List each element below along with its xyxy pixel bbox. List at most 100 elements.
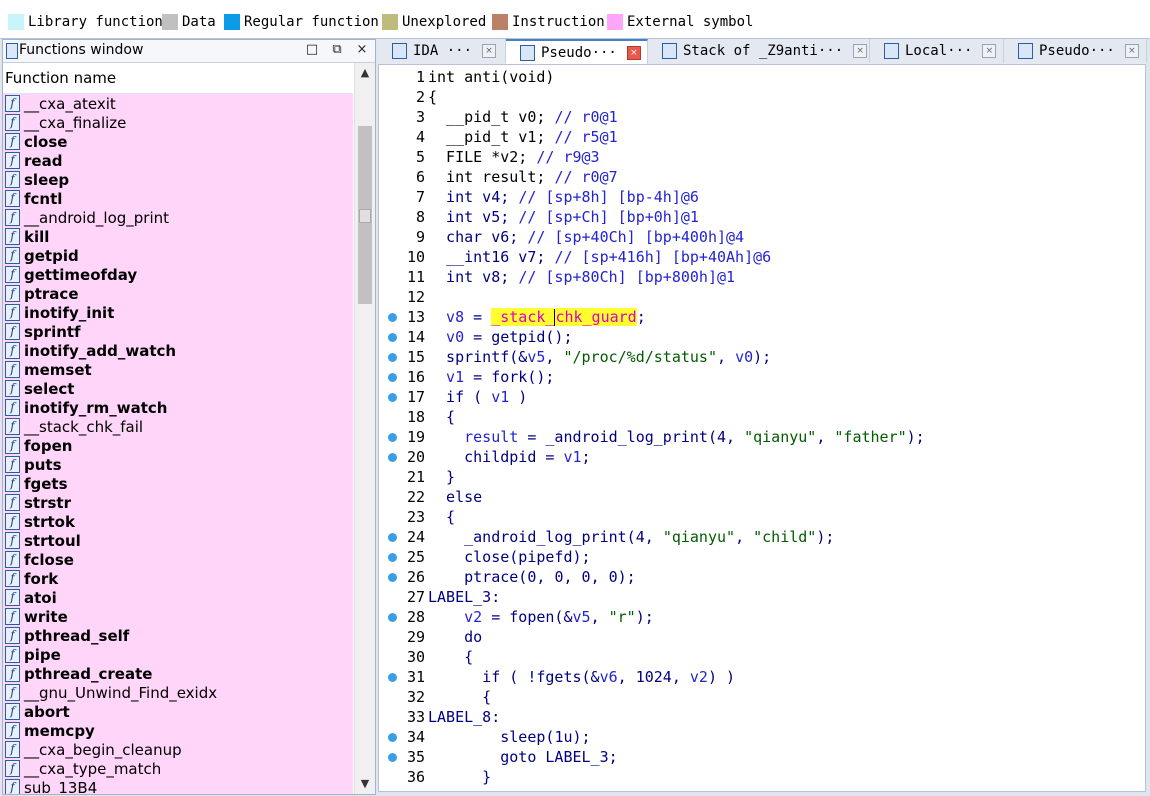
function-list-item[interactable]: f pipe (3, 645, 353, 664)
function-list-item[interactable]: f __cxa_type_match (3, 759, 353, 778)
function-list-item[interactable]: f fcntl (3, 189, 353, 208)
column-header-function-name[interactable]: Function name (3, 63, 353, 94)
code-line[interactable]: 9 char v6; // [sp+40Ch] [bp+400h]@4 (379, 227, 1145, 247)
function-list-item[interactable]: f puts (3, 455, 353, 474)
scroll-up-icon[interactable]: ▲ (355, 63, 375, 83)
code-line[interactable]: 5 FILE *v2; // r9@3 (379, 147, 1145, 167)
tab-close-icon[interactable]: × (626, 45, 641, 60)
breakpoint-dot-icon[interactable] (388, 613, 397, 622)
pseudocode-view[interactable]: 1 int anti(void) 2{3 __pid_t v0; // r0@1 4 … (378, 64, 1146, 792)
code-line[interactable]: 16 v1 = fork(); (379, 367, 1145, 387)
function-list-item[interactable]: f strstr (3, 493, 353, 512)
function-list-item[interactable]: f gettimeofday (3, 265, 353, 284)
function-list-item[interactable]: f memset (3, 360, 353, 379)
tab-close-icon[interactable]: × (1124, 44, 1139, 58)
code-line[interactable]: 21 } (379, 467, 1145, 487)
tab[interactable]: Local··· × (870, 39, 1004, 63)
breakpoint-dot-icon[interactable] (388, 573, 397, 582)
breakpoint-dot-icon[interactable] (388, 373, 397, 382)
function-list-item[interactable]: f __stack_chk_fail (3, 417, 353, 436)
code-line[interactable]: 26 ptrace(0, 0, 0, 0); (379, 567, 1145, 587)
breakpoint-dot-icon[interactable] (388, 533, 397, 542)
function-list-item[interactable]: f fgets (3, 474, 353, 493)
code-line[interactable]: 24 _android_log_print(4, "qianyu", "chil… (379, 527, 1145, 547)
tab-close-icon[interactable]: × (982, 44, 997, 58)
function-list-item[interactable]: f inotify_add_watch (3, 341, 353, 360)
code-line[interactable]: 7 int v4; // [sp+8h] [bp-4h]@6 (379, 187, 1145, 207)
function-list-item[interactable]: f __gnu_Unwind_Find_exidx (3, 683, 353, 702)
code-line[interactable]: 12 (379, 287, 1145, 307)
code-line[interactable]: 33 LABEL_8: (379, 707, 1145, 727)
minimize-button[interactable]: □ (303, 41, 321, 59)
function-list-item[interactable]: f fork (3, 569, 353, 588)
code-line[interactable]: 14 v0 = getpid(); (379, 327, 1145, 347)
tab[interactable]: Pseudo··· × (1004, 39, 1147, 63)
code-line[interactable]: 1 int anti(void) (379, 67, 1145, 87)
function-list-item[interactable]: f pthread_create (3, 664, 353, 683)
code-line[interactable]: 20 childpid = v1; (379, 447, 1145, 467)
code-line[interactable]: 34 sleep(1u); (379, 727, 1145, 747)
code-line[interactable]: 3 __pid_t v0; // r0@1 (379, 107, 1145, 127)
tab-close-icon[interactable]: × (853, 44, 868, 58)
tab[interactable]: Pseudo··· × (506, 39, 648, 64)
breakpoint-dot-icon[interactable] (388, 313, 397, 322)
function-list-item[interactable]: f write (3, 607, 353, 626)
breakpoint-dot-icon[interactable] (388, 733, 397, 742)
function-list-item[interactable]: f select (3, 379, 353, 398)
code-line[interactable]: 17 if ( v1 ) (379, 387, 1145, 407)
functions-scrollbar[interactable]: ▲ ▼ (354, 63, 375, 794)
code-line[interactable]: 13 v8 = _stack_chk_guard; (379, 307, 1145, 327)
function-list-item[interactable]: f close (3, 132, 353, 151)
function-list-item[interactable]: f strtoul (3, 531, 353, 550)
function-list-item[interactable]: f __android_log_print (3, 208, 353, 227)
code-line[interactable]: 8 int v5; // [sp+Ch] [bp+0h]@1 (379, 207, 1145, 227)
code-line[interactable]: 23 { (379, 507, 1145, 527)
breakpoint-dot-icon[interactable] (388, 353, 397, 362)
close-button[interactable]: × (353, 41, 371, 59)
function-list-item[interactable]: f __cxa_finalize (3, 113, 353, 132)
code-line[interactable]: 22 else (379, 487, 1145, 507)
breakpoint-dot-icon[interactable] (388, 393, 397, 402)
code-line[interactable]: 11 int v8; // [sp+80Ch] [bp+800h]@1 (379, 267, 1145, 287)
function-list-item[interactable]: f getpid (3, 246, 353, 265)
breakpoint-dot-icon[interactable] (388, 753, 397, 762)
code-line[interactable]: 31 if ( !fgets(&v6, 1024, v2) ) (379, 667, 1145, 687)
function-list-item[interactable]: f pthread_self (3, 626, 353, 645)
code-line[interactable]: 19 result = _android_log_print(4, "qiany… (379, 427, 1145, 447)
breakpoint-dot-icon[interactable] (388, 673, 397, 682)
function-list-item[interactable]: f fclose (3, 550, 353, 569)
code-line[interactable]: 15 sprintf(&v5, "/proc/%d/status", v0); (379, 347, 1145, 367)
tab[interactable]: Stack of _Z9anti··· × (648, 39, 870, 63)
code-line[interactable]: 32 { (379, 687, 1145, 707)
code-line[interactable]: 25 close(pipefd); (379, 547, 1145, 567)
function-list-item[interactable]: f strtok (3, 512, 353, 531)
code-line[interactable]: 10 __int16 v7; // [sp+416h] [bp+40Ah]@6 (379, 247, 1145, 267)
function-list-item[interactable]: f sprintf (3, 322, 353, 341)
tab-close-icon[interactable]: × (482, 44, 497, 58)
code-line[interactable]: 35 goto LABEL_3; (379, 747, 1145, 767)
breakpoint-dot-icon[interactable] (388, 433, 397, 442)
breakpoint-dot-icon[interactable] (388, 553, 397, 562)
breakpoint-dot-icon[interactable] (388, 453, 397, 462)
function-list-item[interactable]: f memcpy (3, 721, 353, 740)
code-line[interactable]: 36 } (379, 767, 1145, 787)
function-list-item[interactable]: f sub_13B4 (3, 778, 353, 794)
code-line[interactable]: 30 { (379, 647, 1145, 667)
function-list-item[interactable]: f kill (3, 227, 353, 246)
code-line[interactable]: 29 do (379, 627, 1145, 647)
code-line[interactable]: 18 { (379, 407, 1145, 427)
code-line[interactable]: 2{ (379, 87, 1145, 107)
code-line[interactable]: 4 __pid_t v1; // r5@1 (379, 127, 1145, 147)
function-list-item[interactable]: f inotify_rm_watch (3, 398, 353, 417)
code-line[interactable]: 28 v2 = fopen(&v5, "r"); (379, 607, 1145, 627)
float-button[interactable]: ⧉ (328, 41, 346, 59)
function-list-item[interactable]: f __cxa_begin_cleanup (3, 740, 353, 759)
code-line[interactable]: 6 int result; // r0@7 (379, 167, 1145, 187)
function-list-item[interactable]: f atoi (3, 588, 353, 607)
function-list-item[interactable]: f sleep (3, 170, 353, 189)
breakpoint-dot-icon[interactable] (388, 333, 397, 342)
function-list-item[interactable]: f inotify_init (3, 303, 353, 322)
scroll-down-icon[interactable]: ▼ (355, 774, 375, 794)
function-list-item[interactable]: f read (3, 151, 353, 170)
function-list-item[interactable]: f ptrace (3, 284, 353, 303)
